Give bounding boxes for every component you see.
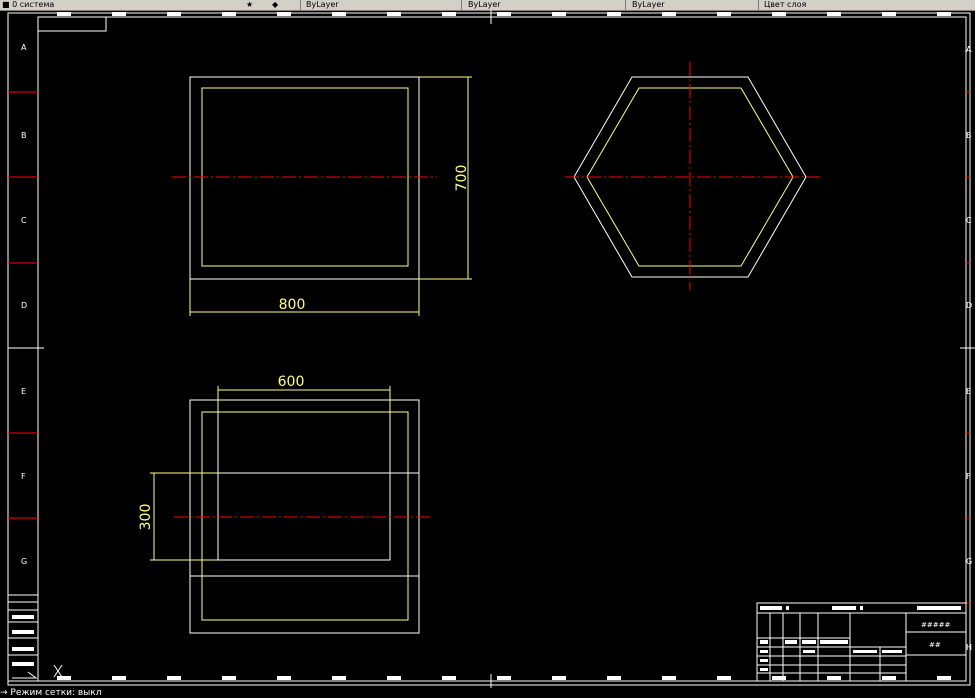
zone-tick [772, 676, 786, 680]
left-stamp-bars [12, 615, 34, 666]
dimension-text-300: 300 [138, 504, 154, 531]
linetype-dropdown[interactable]: ByLayer [468, 0, 618, 9]
zone-tick [937, 12, 951, 16]
zone-tick [662, 12, 676, 16]
row-label: F [21, 472, 26, 481]
zone-tick [442, 676, 456, 680]
left-stamp-block [7, 594, 39, 682]
layer-icon: ■ [2, 0, 13, 9]
inner-rectangle [201, 411, 409, 621]
section-view [174, 389, 433, 634]
zone-tick [717, 676, 731, 680]
dimension-text-700: 700 [454, 165, 470, 192]
row-label: D [21, 301, 27, 310]
zone-tick [827, 12, 841, 16]
row-label: H [966, 643, 972, 652]
zone-tick [662, 676, 676, 680]
zone-tick [277, 676, 291, 680]
opening-rectangle [217, 389, 391, 561]
zone-tick [167, 676, 181, 680]
zone-tick [57, 676, 71, 680]
row-label: A [966, 45, 972, 54]
zone-tick [552, 676, 566, 680]
zone-tick [552, 12, 566, 16]
row-label: G [21, 557, 27, 566]
zone-tick [772, 12, 786, 16]
row-label: D [966, 301, 972, 310]
zone-tick [222, 12, 236, 16]
zone-tick [222, 676, 236, 680]
ucs-icon [12, 664, 63, 679]
drawing-border [37, 16, 967, 682]
row-label: E [21, 387, 26, 396]
zone-tick [717, 12, 731, 16]
zone-tick [442, 12, 456, 16]
zone-tick [882, 12, 896, 16]
outer-rectangle [189, 76, 420, 280]
title-block-company: ## [929, 641, 941, 649]
plotstyle-dropdown[interactable]: Цвет слоя [764, 0, 884, 9]
layer-dropdown[interactable]: ■ 0 система [2, 0, 242, 9]
lineweight-dropdown[interactable]: ByLayer [632, 0, 752, 9]
drawing-canvas[interactable]: A B C D E F G A B C D E F G H 700 800 60… [0, 10, 975, 688]
row-label: A [21, 43, 27, 52]
zone-tick [112, 12, 126, 16]
command-line-text: → Режим сетки: выкл [0, 688, 102, 698]
top-view-hexagon [565, 62, 820, 290]
command-line[interactable]: → Режим сетки: выкл [0, 688, 975, 698]
zone-tick [387, 12, 401, 16]
row-label: B [966, 131, 972, 140]
zone-tick [497, 676, 511, 680]
layer-state-icon[interactable]: ★ [246, 0, 260, 9]
title-block-drawing-name: ##### [921, 621, 950, 629]
zone-tick [332, 12, 346, 16]
zone-tick [277, 12, 291, 16]
dimension-text-800: 800 [279, 297, 306, 313]
zone-tick [387, 676, 401, 680]
color-dropdown[interactable]: ByLayer [306, 0, 456, 9]
row-label: E [966, 387, 971, 396]
zone-tick [57, 12, 71, 16]
corner-box [37, 16, 107, 32]
row-label: G [966, 557, 972, 566]
zone-tick [827, 676, 841, 680]
front-view-rectangle [172, 76, 437, 280]
row-label: B [21, 131, 27, 140]
row-label: C [21, 216, 27, 225]
sheet-frame [7, 12, 971, 686]
layer-manager-icon[interactable]: ◆ [272, 0, 286, 9]
dimension-text-600: 600 [278, 374, 305, 390]
row-label: C [966, 216, 972, 225]
zone-tick [167, 12, 181, 16]
center-marks [8, 10, 975, 688]
zone-tick [112, 676, 126, 680]
zone-tick [332, 676, 346, 680]
zone-tick [607, 12, 621, 16]
row-label: F [966, 472, 971, 481]
zone-tick [882, 676, 896, 680]
zone-tick [937, 676, 951, 680]
left-zone-labels: A B C D E F G [21, 43, 27, 566]
zone-tick [607, 676, 621, 680]
zone-tick [497, 12, 511, 16]
zone-marks [57, 12, 951, 680]
